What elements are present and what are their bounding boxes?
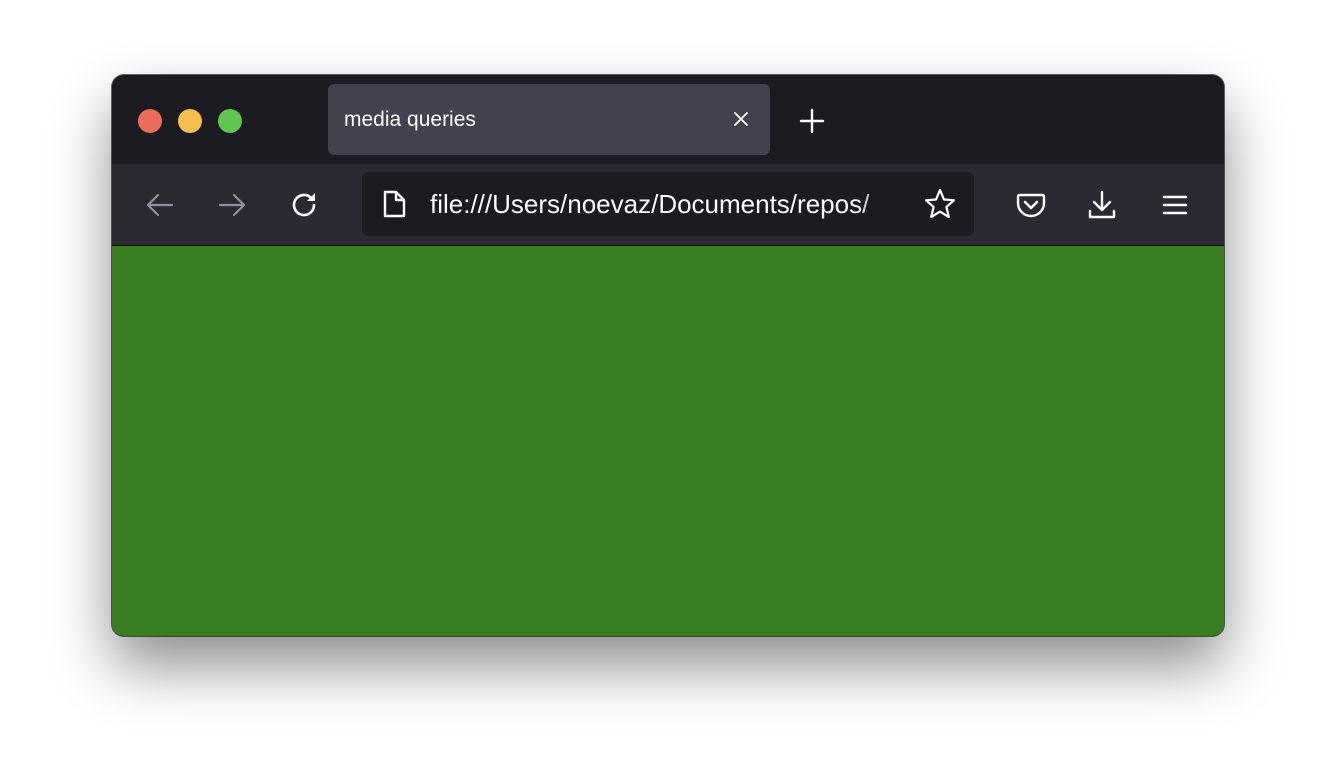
- document-icon: [380, 190, 408, 218]
- window-close-button[interactable]: [138, 109, 162, 133]
- back-button[interactable]: [143, 188, 177, 222]
- download-icon: [1086, 189, 1118, 221]
- page-content: [112, 246, 1224, 636]
- arrow-right-icon: [216, 189, 248, 221]
- tab-media-queries[interactable]: media queries: [328, 84, 770, 155]
- title-bar: media queries: [112, 75, 1224, 164]
- new-tab-button[interactable]: [798, 107, 826, 135]
- app-menu-button[interactable]: [1158, 188, 1192, 222]
- navigation-toolbar: file:///Users/noevaz/Documents/repos/: [112, 164, 1224, 246]
- reload-icon: [288, 189, 320, 221]
- pocket-button[interactable]: [1014, 188, 1048, 222]
- address-bar[interactable]: file:///Users/noevaz/Documents/repos/: [362, 172, 974, 236]
- pocket-icon: [1015, 189, 1047, 221]
- downloads-button[interactable]: [1085, 188, 1119, 222]
- tab-title: media queries: [344, 108, 476, 131]
- hamburger-menu-icon: [1161, 191, 1189, 219]
- forward-button[interactable]: [215, 188, 249, 222]
- arrow-left-icon: [144, 189, 176, 221]
- url-text[interactable]: file:///Users/noevaz/Documents/repos/: [430, 172, 912, 236]
- plus-icon: [799, 108, 825, 134]
- window-zoom-button[interactable]: [218, 109, 242, 133]
- star-icon[interactable]: [922, 186, 958, 222]
- close-icon[interactable]: [730, 108, 752, 130]
- window-minimize-button[interactable]: [178, 109, 202, 133]
- reload-button[interactable]: [287, 188, 321, 222]
- browser-window: media queries file:///Users/noevaz/Docum…: [112, 75, 1224, 636]
